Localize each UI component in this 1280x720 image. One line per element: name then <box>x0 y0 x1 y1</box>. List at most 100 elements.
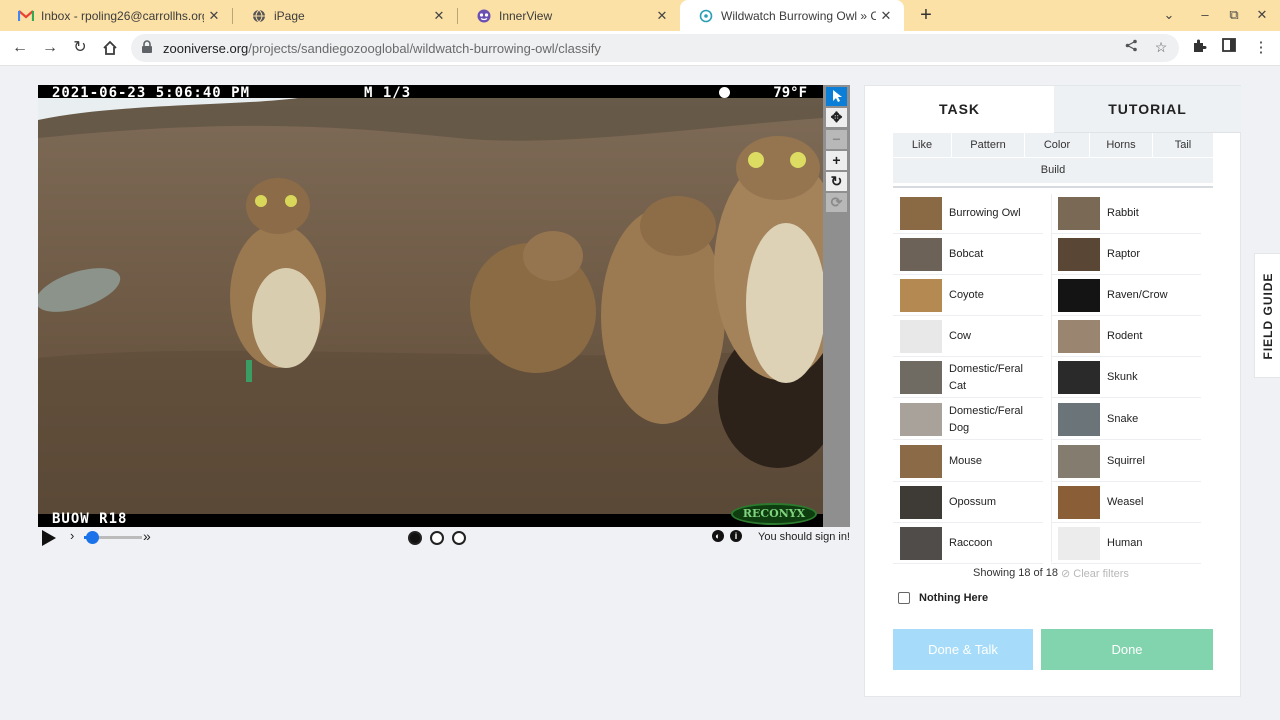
bookmark-star-icon[interactable]: ☆ <box>1151 39 1171 56</box>
restore-icon[interactable]: ⧉ <box>1222 4 1246 26</box>
frame-dot-2[interactable] <box>430 531 444 545</box>
species-choice[interactable]: Raccoon <box>893 524 1043 563</box>
species-choice[interactable]: Bobcat <box>893 235 1043 274</box>
forward-icon[interactable]: → <box>38 37 62 59</box>
camera-id: BUOW R18 <box>52 511 128 527</box>
menu-icon[interactable]: ⋮ <box>1250 38 1272 56</box>
globe-icon <box>251 8 267 24</box>
species-label: Weasel <box>1107 496 1144 508</box>
species-choice[interactable]: Rodent <box>1051 317 1201 356</box>
species-choice[interactable]: Mouse <box>893 442 1043 481</box>
species-label: Domestic/Feral Dog <box>949 404 1023 434</box>
home-icon[interactable] <box>98 37 122 59</box>
species-choice[interactable]: Snake <box>1051 400 1201 439</box>
tab-search-icon[interactable]: ⌄ <box>1157 4 1181 26</box>
minimize-icon[interactable]: – <box>1193 4 1217 26</box>
species-thumbnail <box>900 445 942 478</box>
species-thumbnail <box>900 403 942 436</box>
close-window-icon[interactable]: ✕ <box>1250 4 1274 26</box>
slower-icon[interactable]: › <box>70 528 74 543</box>
divider <box>1051 481 1201 482</box>
share-icon[interactable] <box>1121 39 1141 55</box>
camera-trap-photo <box>38 98 823 514</box>
gmail-icon <box>18 8 34 24</box>
close-icon[interactable]: ✕ <box>652 8 672 24</box>
move-icon[interactable]: ✥ <box>826 108 847 127</box>
species-choice[interactable]: Skunk <box>1051 358 1201 397</box>
species-choice[interactable]: Rabbit <box>1051 194 1201 233</box>
clear-filters-button[interactable]: ⊘ Clear filters <box>1061 567 1129 580</box>
species-label: Rabbit <box>1107 207 1139 219</box>
species-choice[interactable]: Cow <box>893 317 1043 356</box>
browser-tab-strip: Inbox - rpoling26@carrollhs.org ✕ iPage … <box>0 0 1280 31</box>
species-label: Raven/Crow <box>1107 289 1168 301</box>
close-icon[interactable]: ✕ <box>204 8 224 24</box>
filter-horns[interactable]: Horns <box>1090 133 1152 157</box>
species-choice[interactable]: Domestic/Feral Dog <box>893 400 1043 439</box>
filter-like[interactable]: Like <box>893 133 951 157</box>
divider <box>1051 439 1201 440</box>
reload-icon[interactable]: ↻ <box>68 37 92 59</box>
species-label: Coyote <box>949 289 984 301</box>
viewer-controls: › » ◐ i You should sign in! <box>38 528 850 548</box>
tab-tutorial[interactable]: TUTORIAL <box>1054 86 1241 133</box>
species-choice[interactable]: Coyote <box>893 276 1043 315</box>
divider <box>893 522 1043 523</box>
species-label: Skunk <box>1107 371 1138 383</box>
zoom-in-icon[interactable]: + <box>826 151 847 170</box>
nothing-here-checkbox[interactable]: Nothing Here <box>898 592 988 604</box>
rotate-icon[interactable]: ↻ <box>826 172 847 191</box>
tab-gmail[interactable]: Inbox - rpoling26@carrollhs.org ✕ <box>0 0 232 31</box>
tab-ipage[interactable]: iPage ✕ <box>233 0 457 31</box>
pointer-icon[interactable] <box>826 87 847 106</box>
filter-pattern[interactable]: Pattern <box>952 133 1024 157</box>
species-choice[interactable]: Raptor <box>1051 235 1201 274</box>
tab-task[interactable]: TASK <box>865 86 1054 133</box>
zoom-out-icon[interactable]: − <box>826 130 847 149</box>
new-tab-button[interactable]: + <box>915 3 937 27</box>
species-choice[interactable]: Burrowing Owl <box>893 194 1043 233</box>
species-label: Burrowing Owl <box>949 207 1021 219</box>
species-choice[interactable]: Squirrel <box>1051 442 1201 481</box>
species-choice[interactable]: Opossum <box>893 483 1043 522</box>
contrast-icon[interactable]: ◐ <box>712 530 724 542</box>
tab-wildwatch[interactable]: Wildwatch Burrowing Owl » Clas ✕ <box>680 0 904 31</box>
field-guide-tab[interactable]: FIELD GUIDE <box>1254 253 1280 378</box>
species-label: Bobcat <box>949 248 984 260</box>
extensions-icon[interactable] <box>1188 38 1210 57</box>
frame-dot-3[interactable] <box>452 531 466 545</box>
species-choice[interactable]: Weasel <box>1051 483 1201 522</box>
speed-slider-thumb[interactable] <box>86 531 99 544</box>
innerview-icon <box>476 8 492 24</box>
filter-color[interactable]: Color <box>1025 133 1089 157</box>
species-label: Snake <box>1107 413 1139 425</box>
divider <box>1051 522 1201 523</box>
task-panel: TASK TUTORIAL Like Pattern Color Horns T… <box>864 85 1241 697</box>
faster-icon[interactable]: » <box>143 528 151 544</box>
frame-dot-1[interactable] <box>408 531 422 545</box>
done-talk-button[interactable]: Done & Talk <box>893 629 1033 670</box>
divider <box>1051 356 1201 357</box>
address-bar[interactable]: zooniverse.org/projects/sandiegozoogloba… <box>131 34 1179 62</box>
subject-viewer[interactable]: 2021-06-23 5:06:40 PM M 1/3 79°F BUOW R1… <box>38 85 823 527</box>
info-icon[interactable]: i <box>730 530 742 542</box>
filter-build[interactable]: Build <box>893 158 1213 182</box>
tab-innerview[interactable]: InnerView ✕ <box>458 0 680 31</box>
back-icon[interactable]: ← <box>8 37 32 59</box>
divider <box>893 186 1213 188</box>
reset-icon[interactable]: ⟳ <box>826 193 847 212</box>
done-button[interactable]: Done <box>1041 629 1213 670</box>
side-panel-icon[interactable] <box>1218 38 1240 56</box>
divider <box>893 481 1043 482</box>
divider <box>893 274 1043 275</box>
species-choice[interactable]: Human <box>1051 524 1201 563</box>
close-icon[interactable]: ✕ <box>876 8 896 24</box>
species-choice[interactable]: Domestic/Feral Cat <box>893 358 1043 397</box>
checkbox-box[interactable] <box>898 592 910 604</box>
close-icon[interactable]: ✕ <box>429 8 449 24</box>
species-label: Rodent <box>1107 330 1143 342</box>
species-choice[interactable]: Raven/Crow <box>1051 276 1201 315</box>
filter-tail[interactable]: Tail <box>1153 133 1213 157</box>
play-icon[interactable] <box>42 530 56 546</box>
species-thumbnail <box>1058 527 1100 560</box>
